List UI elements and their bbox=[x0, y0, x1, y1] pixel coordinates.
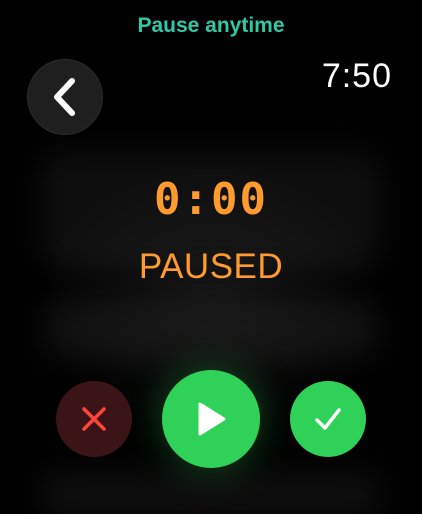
play-icon bbox=[198, 402, 226, 436]
elapsed-timer: 0:00 bbox=[154, 174, 268, 225]
chevron-left-icon bbox=[54, 78, 75, 116]
cancel-button[interactable] bbox=[56, 381, 132, 457]
timer-status: PAUSED bbox=[138, 247, 284, 286]
background-blur bbox=[40, 470, 382, 514]
background-blur bbox=[40, 300, 382, 360]
back-button[interactable] bbox=[27, 59, 103, 135]
clock: 7:50 bbox=[321, 57, 392, 95]
checkmark-icon bbox=[315, 408, 341, 430]
play-button[interactable] bbox=[162, 370, 260, 468]
done-button[interactable] bbox=[290, 381, 366, 457]
hint-text: Pause anytime bbox=[137, 14, 285, 37]
workout-screen: Pause anytime 7:50 0:00 PAUSED bbox=[0, 0, 422, 514]
x-icon bbox=[82, 407, 106, 431]
